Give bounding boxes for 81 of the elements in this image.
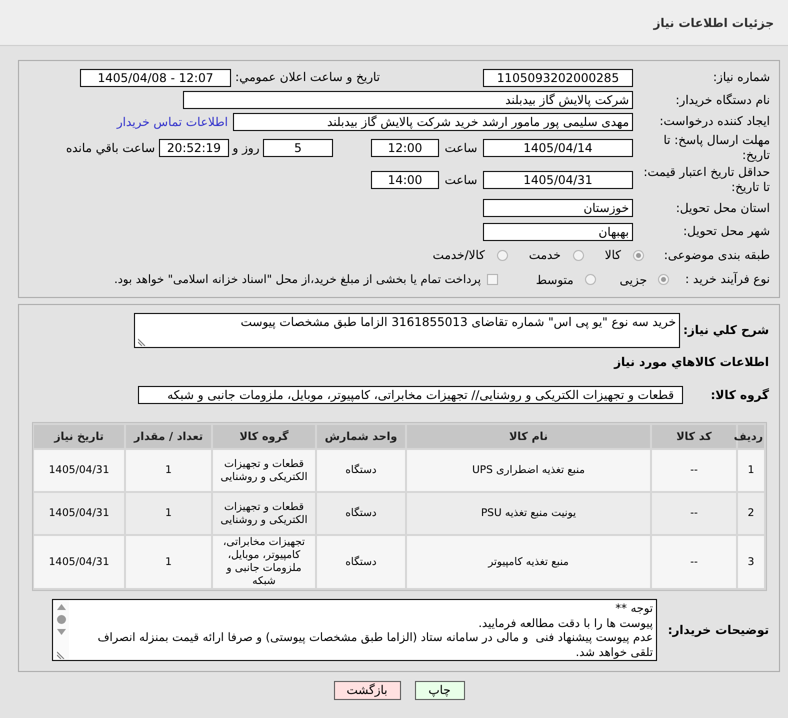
field-label: توضیحات خریدار: — [666, 622, 769, 638]
column-header: نام کالا — [407, 425, 650, 448]
table-cell: 3 — [738, 536, 764, 588]
time-field[interactable]: 14:00 — [371, 171, 439, 189]
table-cell: -- — [652, 493, 736, 534]
requester-field[interactable]: مهدی سلیمی پور مامور ارشد خرید شرکت پالایش گاز بیدبلند — [233, 112, 633, 130]
date-field[interactable]: 1405/04/31 — [483, 171, 633, 189]
column-header: گروه کالا — [213, 425, 315, 448]
contact-info-link[interactable]: اطلاعات تماس خریدار — [116, 112, 228, 130]
table-cell: یونیت منبع تغذیه PSU — [407, 493, 650, 534]
need-number-field[interactable]: 1105093202000285 — [483, 68, 633, 86]
scroll-up-icon[interactable] — [56, 604, 66, 610]
radio-button[interactable] — [584, 274, 596, 285]
table-cell: تجهیزات مخابراتی، کامپیوتر، موبایل، ملزومات جانبی و شبکه — [213, 536, 315, 588]
column-header: واحد شمارش — [317, 425, 405, 448]
buyer-notes-field[interactable]: توجه ** پیوست ها را با دقت مطالعه فرمایید. عدم پیوست پیشنهاد فنی و مالی در سامانه ستاد (الزاما طبق مشخصات پیوستی) و صرفا ارائه قیمت بمنزله انصراف تلقی خواهد شد. — [52, 599, 657, 661]
field-label: تاریخ و ساعت اعلان عمومي: — [235, 70, 380, 85]
print-button[interactable]: چاپ — [414, 681, 464, 700]
back-button[interactable]: بازگشت — [334, 681, 400, 700]
resize-grip-icon[interactable] — [138, 338, 146, 346]
field-label: شرح كلي نياز: — [682, 323, 769, 338]
field-label: حداقل تاریخ اعتبار قیمت: تا تاریخ: — [642, 165, 770, 195]
scroll-thumb-icon[interactable] — [56, 615, 66, 624]
city-field[interactable]: بهبهان — [483, 222, 633, 240]
table-cell: 1 — [126, 536, 211, 588]
option-label: کالا — [604, 247, 621, 264]
page-title: جزئیات اطلاعات نیاز — [653, 14, 774, 32]
field-label: مهلت ارسال پاسخ: تا تاریخ: — [662, 133, 770, 163]
table-cell: قطعات و تجهیزات الکتریکی و روشنایی — [213, 450, 315, 491]
table-cell: -- — [652, 450, 736, 491]
option-label: کالا/خدمت — [432, 247, 485, 264]
option-label: خدمت — [528, 247, 561, 264]
field-label: گروه کالا: — [710, 388, 769, 402]
table-cell: 1405/04/31 — [34, 536, 124, 588]
radio-button[interactable] — [572, 250, 584, 260]
resize-grip-icon[interactable] — [57, 651, 65, 659]
goods-group-field[interactable]: قطعات و تجهیزات الکتریکی و روشنایی// تجهیزات مخابراتی، کامپیوتر، موبایل، ملزومات جانبی و شبکه — [138, 386, 683, 404]
table-cell: 1405/04/31 — [34, 493, 124, 534]
field-label: شهر محل تحویل: — [682, 224, 770, 239]
field-label: ایجاد کننده درخواست: — [658, 114, 770, 129]
section-title: اطلاعات كالاهاي مورد نياز — [614, 355, 769, 370]
radio-button[interactable] — [658, 274, 669, 285]
days-label: روز و — [231, 140, 260, 156]
announcement-date-field[interactable]: 1405/04/08 - 12:07 — [80, 68, 231, 86]
field-label: نوع فرآیند خرید : — [684, 272, 770, 287]
remaining-label: ساعت باقي مانده — [66, 140, 155, 156]
table-cell: -- — [652, 536, 736, 588]
column-header: تعداد / مقدار — [126, 425, 211, 448]
province-field[interactable]: خوزستان — [483, 199, 633, 217]
remaining-time-field[interactable]: 20:52:19 — [159, 139, 229, 157]
radio-button[interactable] — [633, 250, 644, 260]
checkbox-label: پرداخت تمام یا بخشی از مبلغ خرید،از محل "اسناد خزانه اسلامی" خواهد بود. — [114, 270, 481, 288]
date-field[interactable]: 1405/04/14 — [483, 139, 633, 157]
field-label: استان محل تحویل: — [674, 200, 770, 216]
table-cell: دستگاه — [317, 450, 405, 491]
column-header: کد کالا — [652, 425, 736, 448]
table-cell: 1 — [126, 493, 211, 534]
time-label: ساعت — [444, 140, 478, 156]
table-cell: دستگاه — [317, 536, 405, 588]
table-cell: 1405/04/31 — [34, 450, 124, 491]
table-cell: 1 — [738, 450, 764, 491]
table-cell: 2 — [738, 493, 764, 534]
field-label: طبقه بندی موضوعی: — [662, 248, 770, 262]
table-cell: دستگاه — [317, 493, 405, 534]
option-label: جزیی — [620, 272, 647, 288]
checkbox[interactable] — [486, 274, 498, 285]
table-cell: منبع تغذیه کامپیوتر — [407, 536, 650, 588]
field-label: شماره نیاز: — [712, 70, 770, 85]
table-cell: 1 — [126, 450, 211, 491]
radio-button[interactable] — [496, 250, 508, 260]
days-field[interactable]: 5 — [263, 139, 333, 157]
buyer-org-field[interactable]: شرکت پالایش گاز بیدبلند — [183, 91, 633, 109]
summary-field[interactable]: خرید سه نوع "یو پی اس" شماره تقاضای 3161855013 الزاما طبق مشخصات پیوست — [134, 313, 680, 348]
option-label: متوسط — [536, 272, 574, 288]
scroll-down-icon[interactable] — [56, 629, 66, 635]
time-field[interactable]: 12:00 — [371, 139, 439, 157]
time-label: ساعت — [444, 172, 478, 188]
field-label: نام دستگاه خریدار: — [674, 92, 770, 108]
column-header: تاریخ نیاز — [34, 425, 124, 448]
table-cell: منبع تغذیه اضطراری UPS — [407, 450, 650, 491]
table-cell: قطعات و تجهیزات الکتریکی و روشنایی — [213, 493, 315, 534]
